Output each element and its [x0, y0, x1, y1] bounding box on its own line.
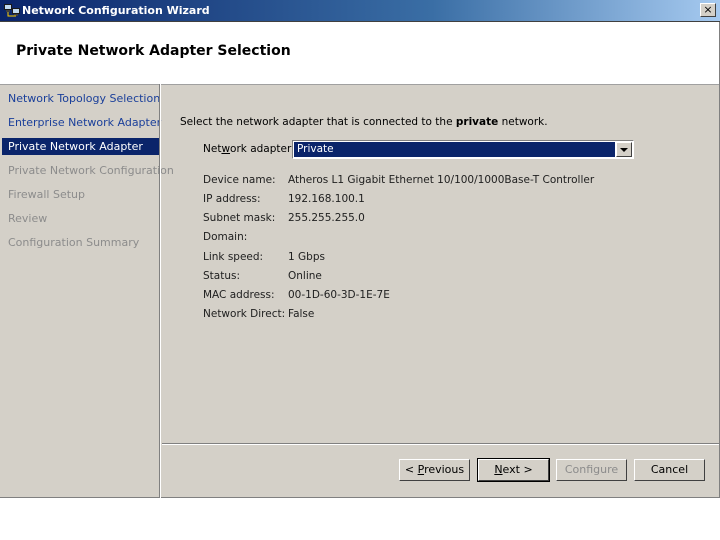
link-speed-value: 1 Gbps — [288, 251, 325, 263]
device-name-value: Atheros L1 Gigabit Ethernet 10/100/1000B… — [288, 174, 595, 186]
network-adapter-selected-value: Private — [294, 142, 615, 157]
adapter-label-part: ork adapter: — [230, 143, 295, 155]
device-name-label: Device name: — [203, 174, 276, 186]
sidebar-item-review: Review — [8, 212, 48, 225]
sidebar-item-private-network-configuration: Private Network Configuration — [8, 164, 174, 177]
wizard-window: Network Configuration Wizard × Private N… — [0, 0, 720, 498]
ip-address-label: IP address: — [203, 193, 261, 205]
subnet-mask-value: 255.255.255.0 — [288, 212, 365, 224]
subnet-mask-label: Subnet mask: — [203, 212, 276, 224]
network-computers-icon — [4, 4, 20, 17]
button-area-divider — [162, 443, 719, 445]
status-value: Online — [288, 270, 322, 282]
domain-label: Domain: — [203, 231, 248, 243]
previous-label-part: < — [404, 463, 418, 476]
cancel-button[interactable]: Cancel — [634, 459, 705, 481]
page-title: Private Network Adapter Selection — [16, 43, 291, 59]
configure-button[interactable]: Configure — [556, 459, 627, 481]
adapter-label-part: Net — [203, 143, 222, 155]
network-direct-label: Network Direct: — [203, 308, 286, 320]
sidebar-item-network-topology-selection[interactable]: Network Topology Selection — [2, 90, 160, 107]
chevron-down-icon — [620, 148, 628, 152]
network-direct-value: False — [288, 308, 315, 320]
wizard-steps-sidebar: Network Topology Selection Enterprise Ne… — [2, 86, 174, 498]
previous-label-part: revious — [424, 463, 465, 476]
previous-button[interactable]: < Previous — [399, 459, 470, 481]
next-label-part: ext > — [502, 463, 533, 476]
network-adapter-label: Network adapter: — [203, 143, 295, 155]
sidebar-item-enterprise-network-adapter[interactable]: Enterprise Network Adapter — [2, 114, 161, 131]
wizard-header: Private Network Adapter Selection — [0, 22, 719, 85]
window-title: Network Configuration Wizard — [22, 4, 210, 17]
close-button[interactable]: × — [700, 3, 716, 17]
sidebar-item-private-network-adapter[interactable]: Private Network Adapter — [2, 138, 159, 155]
mac-address-value: 00-1D-60-3D-1E-7E — [288, 289, 390, 301]
sidebar-divider — [159, 84, 161, 498]
next-button[interactable]: Next > — [477, 458, 550, 482]
link-speed-label: Link speed: — [203, 251, 264, 263]
instruction-prefix: Select the network adapter that is conne… — [180, 116, 456, 128]
close-icon: × — [703, 3, 713, 16]
next-label-accel: N — [494, 463, 503, 476]
adapter-label-accel: w — [221, 143, 231, 155]
title-bar[interactable]: Network Configuration Wizard × — [0, 0, 720, 22]
sidebar-item-configuration-summary: Configuration Summary — [8, 236, 140, 249]
sidebar-item-firewall-setup: Firewall Setup — [8, 188, 85, 201]
status-label: Status: — [203, 270, 240, 282]
instruction-bold: private — [455, 116, 499, 128]
instruction-suffix: network. — [498, 116, 548, 128]
mac-address-label: MAC address: — [203, 289, 275, 301]
instruction-text: Select the network adapter that is conne… — [180, 116, 548, 128]
network-adapter-select[interactable]: Private — [292, 140, 634, 159]
dropdown-button[interactable] — [616, 142, 632, 157]
ip-address-value: 192.168.100.1 — [288, 193, 365, 205]
